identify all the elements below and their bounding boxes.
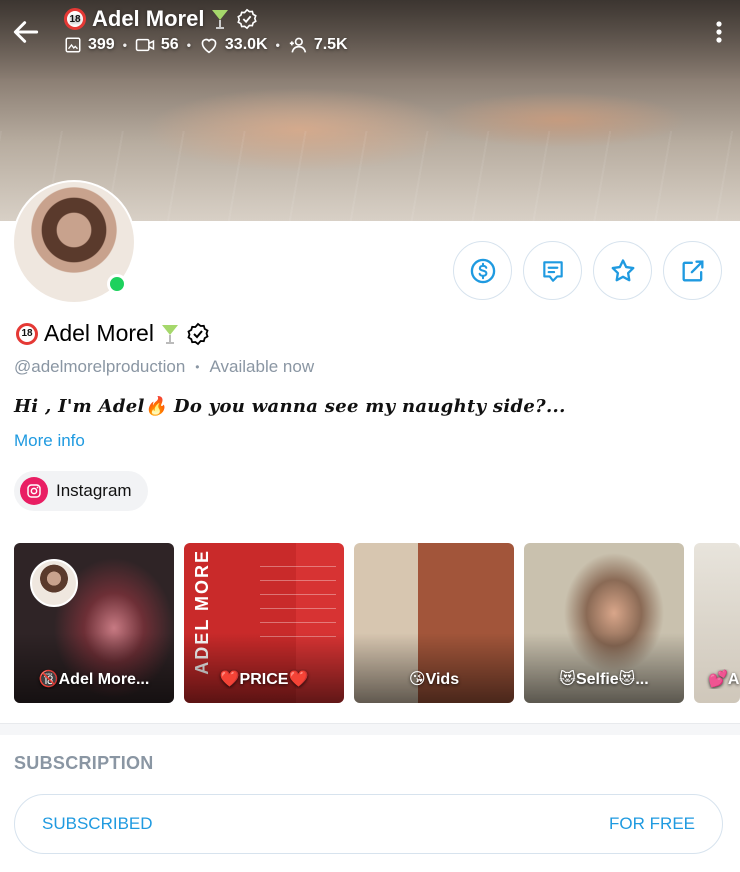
stat-likes: 33.0K [199, 36, 268, 54]
section-divider [0, 723, 740, 735]
highlight-item[interactable]: 🔞Adel More... [14, 543, 174, 703]
video-icon [135, 38, 155, 52]
highlight-label: ❤️PRICE❤️ [219, 671, 309, 688]
favorite-button[interactable] [593, 241, 652, 300]
cocktail-icon [212, 10, 229, 29]
highlight-item[interactable]: 😘Vids [354, 543, 514, 703]
highlight-label: 😘Vids [408, 671, 460, 688]
instagram-label: Instagram [56, 481, 132, 500]
profile-handle-row: @adelmorelproduction • Available now [14, 357, 314, 377]
photo-icon [65, 37, 81, 53]
highlight-fade [14, 633, 174, 703]
separator-dot: • [122, 38, 127, 52]
separator-dot: • [195, 360, 200, 374]
stat-likes-count: 33.0K [224, 36, 268, 53]
heart-icon [201, 38, 217, 54]
stat-fans: 7.5K [288, 36, 348, 54]
online-indicator [107, 274, 127, 294]
adult-18-icon: 18 [16, 322, 38, 345]
more-info-link[interactable]: More info [14, 431, 85, 451]
profile-bio: Hi , I'm Adel🔥 Do you wanna see my naugh… [14, 396, 566, 417]
instagram-link[interactable]: Instagram [14, 471, 148, 511]
star-icon [611, 258, 634, 281]
stat-photos-count: 399 [88, 36, 115, 53]
more-vert-icon [716, 21, 722, 43]
highlight-fade [354, 633, 514, 703]
highlight-label: 💕A [708, 671, 740, 688]
subscription-status: SUBSCRIBED [42, 814, 153, 833]
back-button[interactable] [10, 16, 42, 48]
profile-handle: @adelmorelproduction [14, 357, 186, 376]
stat-videos: 56 [135, 36, 179, 54]
subscription-section-title: SUBSCRIPTION [14, 753, 154, 773]
subscription-price: FOR FREE [609, 814, 695, 833]
profile-actions [453, 241, 722, 300]
availability-status: Available now [209, 357, 315, 376]
share-icon [682, 260, 703, 281]
highlight-label: 🔞Adel More... [38, 671, 150, 688]
cover-title-text: Adel Morel [92, 6, 205, 31]
highlight-fade [524, 633, 684, 703]
stat-videos-count: 56 [160, 36, 179, 53]
highlight-avatar [30, 559, 78, 607]
verified-icon [237, 8, 258, 30]
highlight-item[interactable]: 💕A [694, 543, 740, 703]
profile-name: Adel Morel [44, 320, 154, 346]
profile-stats: 399 • 56 • 33.0K • 7.5K [64, 36, 348, 54]
highlight-item[interactable]: ADEL MORE ❤️PRICE❤️ [184, 543, 344, 703]
cocktail-icon [161, 324, 178, 344]
separator-dot: • [275, 38, 280, 52]
profile-name-row: 18 Adel Morel [16, 320, 210, 347]
message-icon [542, 260, 563, 282]
price-list-graphic [260, 553, 336, 637]
fans-icon [289, 37, 306, 53]
adult-18-icon: 18 [64, 8, 86, 30]
tip-button[interactable] [453, 241, 512, 300]
highlight-fade [184, 633, 344, 703]
share-button[interactable] [663, 241, 722, 300]
dollar-icon [470, 258, 495, 283]
instagram-icon [20, 477, 48, 505]
verified-icon [187, 322, 209, 345]
highlight-label: 😻Selfie😻... [559, 671, 649, 688]
highlight-item[interactable]: 😻Selfie😻... [524, 543, 684, 703]
subscription-button[interactable]: SUBSCRIBED FOR FREE [14, 794, 723, 854]
cover-title: 18 Adel Morel [64, 4, 258, 34]
message-button[interactable] [523, 241, 582, 300]
separator-dot: • [186, 38, 191, 52]
highlights-row: 🔞Adel More... ADEL MORE ❤️PRICE❤️ 😘Vids … [14, 543, 740, 703]
more-options-button[interactable] [712, 18, 726, 46]
stat-photos: 399 [64, 36, 115, 54]
stat-fans-count: 7.5K [313, 36, 348, 53]
back-arrow-icon [13, 21, 39, 43]
